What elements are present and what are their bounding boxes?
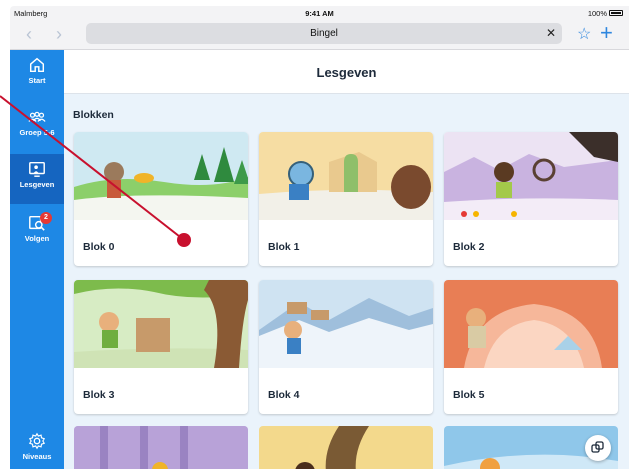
main-content: Lesgeven Blokken Blok 0 Blok 1 Blok 2 Bl…	[64, 50, 629, 469]
block-card-7[interactable]	[259, 426, 433, 469]
sidebar-item-groep[interactable]: Groep 5-6	[10, 102, 64, 150]
sidebar-item-label: Lesgeven	[19, 180, 55, 189]
block-card-5[interactable]: Blok 5	[444, 280, 618, 414]
battery-icon	[609, 10, 623, 16]
chevron-left-icon[interactable]: ‹	[26, 24, 32, 45]
section-title: Blokken	[73, 109, 114, 121]
block-5-illustration	[444, 280, 618, 368]
block-card-4[interactable]: Blok 4	[259, 280, 433, 414]
home-icon	[29, 57, 45, 73]
address-text: Bingel	[310, 28, 338, 39]
block-card-1[interactable]: Blok 1	[259, 132, 433, 266]
gear-icon	[28, 432, 46, 450]
overlap-squares-icon	[591, 441, 604, 453]
group-icon	[28, 111, 46, 122]
window-toggle-button[interactable]	[585, 435, 611, 461]
block-2-illustration	[444, 132, 618, 220]
sidebar-item-lesgeven[interactable]: Lesgeven	[10, 154, 64, 204]
block-3-illustration	[74, 280, 248, 368]
address-bar[interactable]: Bingel ✕	[86, 23, 562, 44]
block-card-label: Blok 5	[453, 389, 485, 401]
close-icon[interactable]: ✕	[546, 23, 556, 44]
plus-icon[interactable]: +	[600, 20, 613, 46]
sidebar-item-label: Groep 5-6	[19, 128, 55, 137]
block-card-label: Blok 0	[83, 241, 115, 253]
browser-toolbar: ‹ › Bingel ✕ ☆ +	[10, 20, 629, 50]
chevron-right-icon[interactable]: ›	[56, 24, 62, 45]
block-7-illustration	[259, 426, 433, 469]
page-title: Lesgeven	[316, 65, 377, 80]
block-1-illustration	[259, 132, 433, 220]
block-card-label: Blok 1	[268, 241, 300, 253]
block-6-illustration	[74, 426, 248, 469]
block-card-6[interactable]	[74, 426, 248, 469]
teach-icon	[29, 161, 45, 177]
page-header: Lesgeven	[64, 50, 629, 94]
block-card-label: Blok 4	[268, 389, 300, 401]
battery-percentage: 100%	[587, 9, 607, 18]
block-card-3[interactable]: Blok 3	[74, 280, 248, 414]
block-card-0[interactable]: Blok 0	[74, 132, 248, 266]
status-bar: Malmberg 9:41 AM 100%	[10, 6, 629, 20]
block-card-label: Blok 3	[83, 389, 115, 401]
ipad-screen: Malmberg 9:41 AM 100% ‹ › Bingel ✕ ☆ + S…	[10, 6, 629, 469]
notification-badge: 2	[40, 212, 52, 224]
star-icon[interactable]: ☆	[577, 24, 591, 44]
clock: 9:41 AM	[305, 9, 334, 18]
sidebar-item-volgen[interactable]: 2 Volgen	[10, 208, 64, 256]
block-card-2[interactable]: Blok 2	[444, 132, 618, 266]
sidebar-item-label: Volgen	[24, 234, 50, 243]
block-card-label: Blok 2	[453, 241, 485, 253]
sidebar-item-label: Niveaus	[22, 452, 52, 461]
sidebar-item-label: Start	[28, 76, 46, 85]
sidebar: Start Groep 5-6 Lesgeven 2 Volgen Niveau…	[10, 50, 64, 469]
sidebar-item-start[interactable]: Start	[10, 50, 64, 98]
sidebar-item-niveaus[interactable]: Niveaus	[10, 426, 64, 469]
block-4-illustration	[259, 280, 433, 368]
block-0-illustration	[74, 132, 248, 220]
